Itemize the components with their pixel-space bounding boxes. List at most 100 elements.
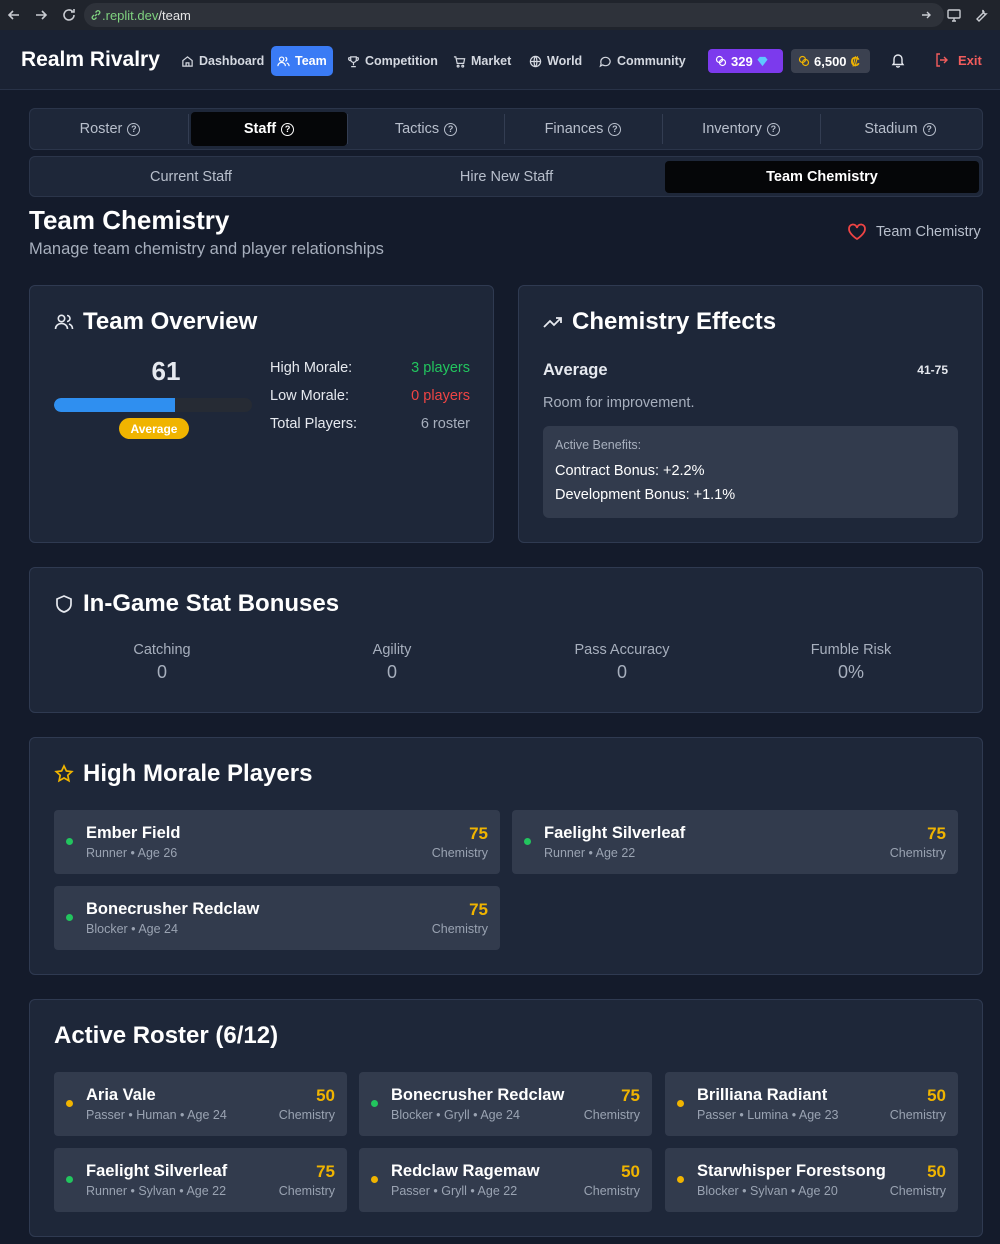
back-arrow-icon[interactable] [6,7,22,23]
nav-dashboard-label: Dashboard [199,54,265,68]
roster-player-card[interactable]: Aria Vale Passer • Human • Age 24 50 Chemis… [54,1072,347,1136]
high-morale-title: High Morale Players [54,760,312,788]
nav-team-label: Team [295,54,327,68]
player-name: Redclaw Ragemaw [391,1162,540,1180]
chemistry-effects-title-text: Chemistry Effects [572,308,777,335]
team-chemistry-badge: Team Chemistry [847,223,981,241]
status-dot [371,1176,378,1183]
stat-bonuses-title-text: In-Game Stat Bonuses [83,590,340,617]
high-morale-row: High Morale: 3 players [270,360,470,376]
cart-icon [453,55,466,68]
tab-stadium[interactable]: Stadium? [821,112,979,146]
stat-value: 0 [616,662,627,682]
chemistry-level-badge: Average [119,418,189,439]
stat-bonuses-card: In-Game Stat Bonuses Catching 0 Agility 0 … [29,567,983,713]
coins-counter[interactable]: 6,500 ₡ [791,49,870,73]
effects-description: Room for improvement. [543,395,695,411]
help-circle-icon[interactable]: ? [127,122,141,136]
brand-logo[interactable]: Realm Rivalry [21,48,160,72]
monitor-icon[interactable] [946,7,962,23]
help-circle-icon[interactable]: ? [281,122,295,136]
help-circle-icon[interactable]: ? [766,122,780,136]
go-arrow-icon[interactable] [918,7,934,23]
link-icon [91,10,101,20]
high-morale-title-text: High Morale Players [83,760,313,787]
tab-divider [188,114,189,144]
wrench-icon[interactable] [973,7,989,23]
nav-market[interactable]: Market [447,46,517,76]
nav-community[interactable]: Community [593,46,692,76]
roster-player-card[interactable]: Redclaw Ragemaw Passer • Gryll • Age 22 50… [359,1148,652,1212]
staff-subtabs: Current Staff Hire New Staff Team Chemis… [29,156,983,197]
active-roster-card: Active Roster (6/12) Aria Vale Passer • H… [29,999,983,1237]
benefit-development-bonus: Development Bonus: +1.1% [555,487,736,503]
subtab-current-staff[interactable]: Current Staff [34,161,348,193]
help-circle-icon[interactable]: ? [608,122,622,136]
benefit-contract-bonus: Contract Bonus: +2.2% [555,463,705,479]
stat-agility: Agility 0 [312,642,472,683]
player-card[interactable]: Faelight Silverleaf Runner • Age 22 75 C… [512,810,958,874]
forward-arrow-icon[interactable] [33,7,49,23]
tab-tactics[interactable]: Tactics? [348,112,504,146]
help-circle-icon[interactable]: ? [444,122,458,136]
tab-roster[interactable]: Roster? [33,112,187,146]
player-card[interactable]: Bonecrusher Redclaw Blocker • Age 24 75 … [54,886,500,950]
nav-dashboard[interactable]: Dashboard [175,46,270,76]
url-path: /team [158,7,191,23]
nav-competition[interactable]: Competition [341,46,444,76]
stat-label: Catching [133,642,191,658]
heart-icon [848,223,866,241]
player-meta: Blocker • Sylvan • Age 20 [697,1184,838,1198]
total-players-value: 6 roster [420,416,470,432]
stat-bonuses-title: In-Game Stat Bonuses [54,590,339,618]
reload-icon[interactable] [61,7,77,23]
player-chemistry-score: 50 [927,1162,946,1181]
effects-range: 41-75 [917,363,948,377]
page-subtitle: Manage team chemistry and player relatio… [29,240,384,258]
address-bar[interactable]: .replit.dev/team [84,3,944,27]
coin-symbol-icon: ₡ [850,53,860,69]
nav-world[interactable]: World [523,46,588,76]
page-title: Team Chemistry [29,205,230,235]
exit-button[interactable]: Exit [934,52,982,68]
player-chemistry-label: Chemistry [889,846,946,860]
subtab-hire-new-staff[interactable]: Hire New Staff [350,161,663,193]
chemistry-score: 61 [151,356,181,386]
subtab-team-chemistry[interactable]: Team Chemistry [665,161,979,193]
gems-counter[interactable]: 329 [708,49,783,73]
player-name: Aria Vale [86,1086,156,1104]
main-tabs: Roster? Staff? Tactics? Finances? Invent… [29,108,983,150]
tab-finances[interactable]: Finances? [505,112,661,146]
tab-inventory[interactable]: Inventory? [663,112,819,146]
stat-value: 0 [386,662,397,682]
player-chemistry-label: Chemistry [431,846,488,860]
status-dot [371,1100,378,1107]
tab-staff[interactable]: Staff? [191,112,347,146]
player-card[interactable]: Ember Field Runner • Age 26 75 Chemistry [54,810,500,874]
nav-community-label: Community [617,54,686,68]
help-circle-icon[interactable]: ? [922,122,936,136]
player-name: Brilliana Radiant [697,1086,828,1104]
users-icon [277,55,290,66]
roster-player-card[interactable]: Brilliana Radiant Passer • Lumina • Age 2… [665,1072,958,1136]
status-dot [524,838,531,845]
coins-value: 6,500 [814,53,847,69]
status-dot [677,1100,684,1107]
roster-player-card[interactable]: Faelight Silverleaf Runner • Sylvan • Age… [54,1148,347,1212]
player-chemistry-score: 75 [469,900,488,919]
nav-market-label: Market [471,54,512,68]
nav-team[interactable]: Team [271,46,333,76]
roster-player-card[interactable]: Bonecrusher Redclaw Blocker • Gryll • Age… [359,1072,652,1136]
low-morale-row: Low Morale: 0 players [270,388,470,404]
star-icon [54,764,74,783]
player-chemistry-score: 50 [621,1162,640,1181]
exit-label: Exit [958,52,982,68]
player-chemistry-label: Chemistry [889,1184,946,1198]
player-chemistry-label: Chemistry [583,1184,640,1198]
player-meta: Blocker • Gryll • Age 24 [391,1108,520,1122]
player-name: Ember Field [86,824,181,842]
roster-player-card[interactable]: Starwhisper Forestsong Blocker • Sylvan •… [665,1148,958,1212]
stat-value: 0% [837,662,864,682]
bell-icon[interactable] [890,52,906,68]
nav-world-label: World [547,54,583,68]
